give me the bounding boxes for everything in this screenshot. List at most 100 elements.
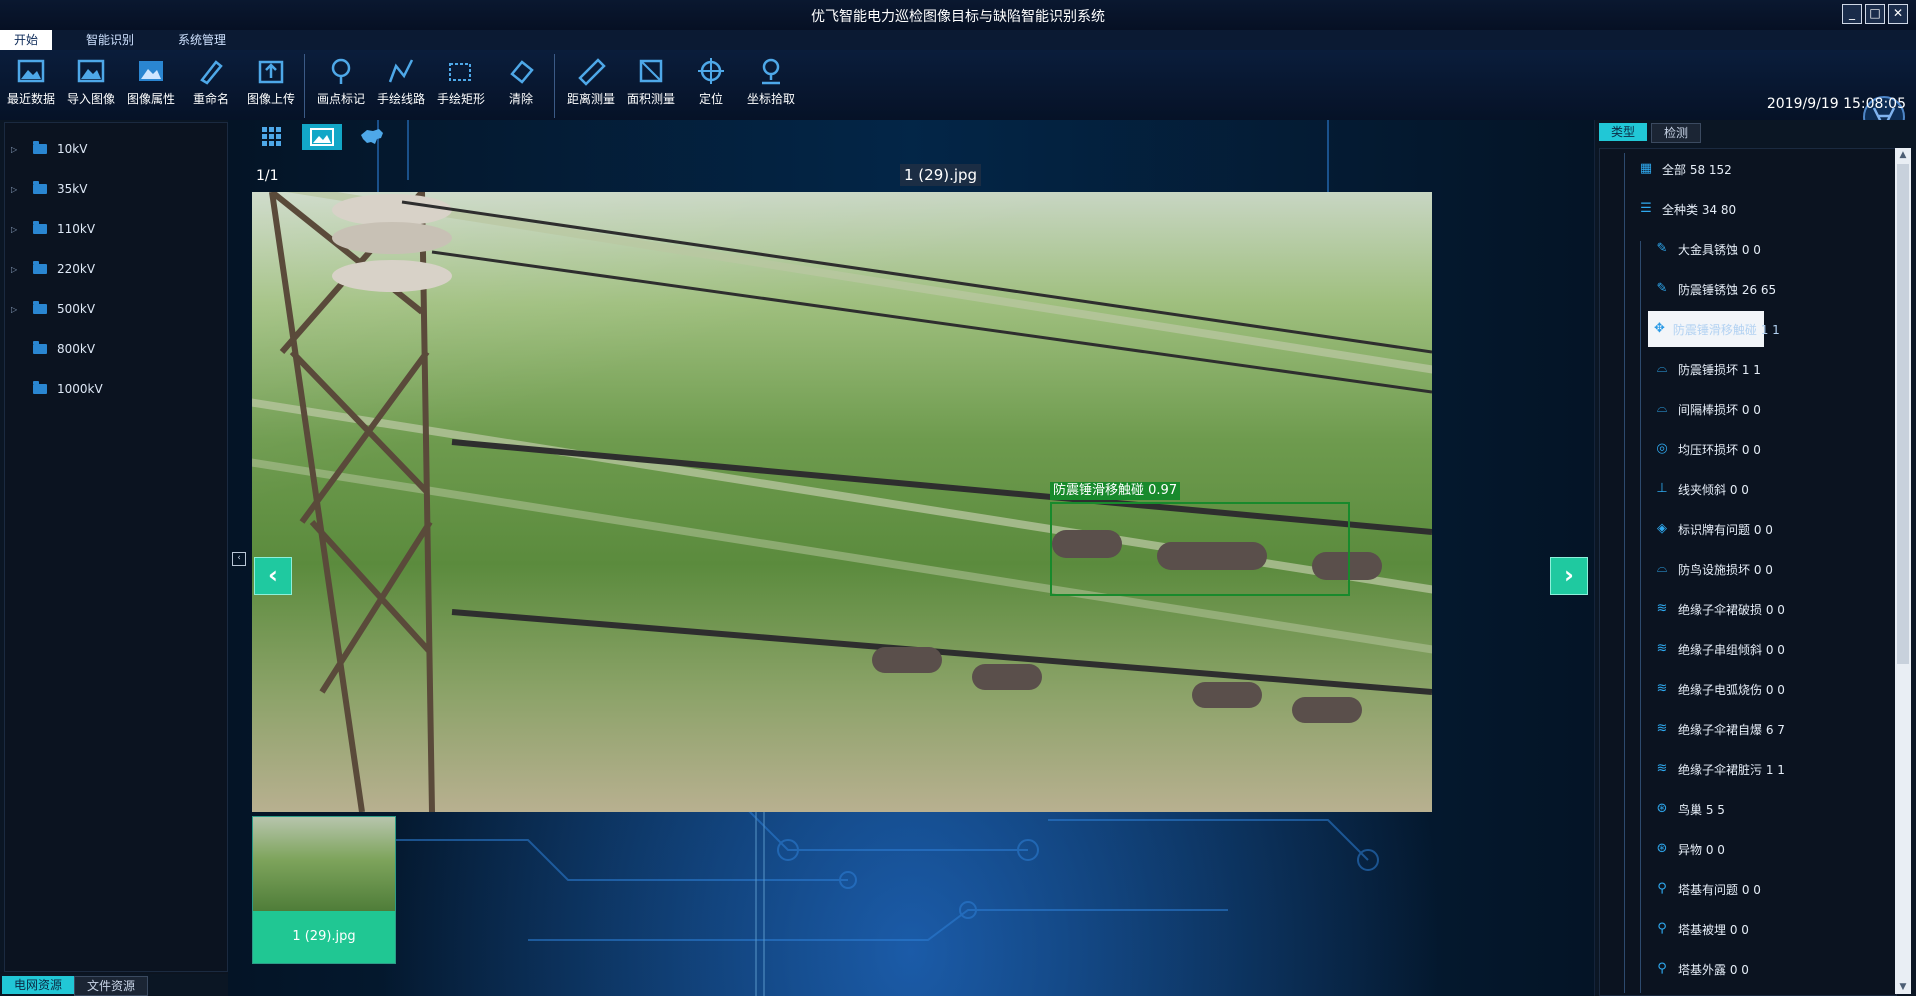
tab-type[interactable]: 类型 xyxy=(1599,123,1648,141)
expand-arrow-icon[interactable]: ▷ xyxy=(11,225,21,234)
category-item[interactable]: ⌓ 间隔棒损坏 0 0 xyxy=(1648,391,1761,427)
toolbar-button-area[interactable]: 面积测量 xyxy=(622,56,680,116)
category-item[interactable]: ⊛ 异物 0 0 xyxy=(1648,831,1725,867)
toolbar-button-pin[interactable]: 画点标记 xyxy=(312,56,370,116)
folder-icon xyxy=(33,341,47,354)
category-item[interactable]: ✎ 防震锤锈蚀 26 65 xyxy=(1648,271,1777,307)
toolbar-button-upload[interactable]: 图像上传 xyxy=(242,56,300,116)
close-button[interactable]: ✕ xyxy=(1888,4,1908,24)
category-item[interactable]: ⌓ 防鸟设施损坏 0 0 xyxy=(1648,551,1773,587)
scroll-down-icon[interactable]: ▼ xyxy=(1895,980,1911,994)
ruler-icon xyxy=(578,58,606,86)
tab-file-resources[interactable]: 文件资源 xyxy=(74,976,149,996)
tree-item-1000kv[interactable]: 1000kV xyxy=(11,379,103,399)
expand-arrow-icon[interactable]: ▷ xyxy=(11,265,21,274)
menu-tabs: 开始 智能识别 系统管理 xyxy=(0,30,1916,50)
category-item[interactable]: ⌓ 防震锤损坏 1 1 xyxy=(1648,351,1761,387)
collapse-panel-icon[interactable]: ‹ xyxy=(232,552,246,566)
category-label: 防震锤损坏 1 1 xyxy=(1678,362,1761,377)
category-label: 塔基外露 0 0 xyxy=(1678,962,1749,977)
next-image-button[interactable]: › xyxy=(1550,557,1588,595)
category-item[interactable]: ✎ 大金具锈蚀 0 0 xyxy=(1648,231,1761,267)
toolbar-button-label: 导入图像 xyxy=(66,92,115,106)
minimize-button[interactable]: _ xyxy=(1842,4,1862,24)
tower-icon: ⚲ xyxy=(1657,921,1667,936)
toolbar-button-image-import[interactable]: 导入图像 xyxy=(62,56,120,116)
category-item[interactable]: ≋ 绝缘子串组倾斜 0 0 xyxy=(1648,631,1785,667)
detection-label: 防震锤滑移触碰 0.97 xyxy=(1050,482,1181,500)
tree-item-110kv[interactable]: ▷ 110kV xyxy=(11,219,95,239)
toolbar-button-image-properties[interactable]: 图像属性 xyxy=(122,56,180,116)
tree-item-500kv[interactable]: ▷ 500kV xyxy=(11,299,95,319)
tree-item-label: 10kV xyxy=(57,142,88,156)
tree-item-10kv[interactable]: ▷ 10kV xyxy=(11,139,87,159)
category-item[interactable]: ▦ 全部 58 152 xyxy=(1632,151,1732,187)
category-label: 防鸟设施损坏 0 0 xyxy=(1678,562,1773,577)
category-item[interactable]: ⚲ 塔基有问题 0 0 xyxy=(1648,871,1761,907)
tower-icon: ⚲ xyxy=(1657,881,1667,896)
toolbar-button-image[interactable]: 最近数据 xyxy=(2,56,60,116)
folder-icon xyxy=(33,261,47,274)
tab-start[interactable]: 开始 xyxy=(0,30,53,50)
tree-item-label: 220kV xyxy=(57,262,96,276)
category-item[interactable]: ≋ 绝缘子电弧烧伤 0 0 xyxy=(1648,671,1785,707)
category-item[interactable]: ✥ 防震锤滑移触碰 1 1 xyxy=(1648,311,1780,347)
map-view-icon[interactable] xyxy=(352,124,392,150)
category-label: 防震锤锈蚀 26 65 xyxy=(1678,282,1777,297)
category-item[interactable]: ◈ 标识牌有问题 0 0 xyxy=(1648,511,1773,547)
title-bar: 优飞智能电力巡检图像目标与缺陷智能识别系统 _ □ ✕ xyxy=(0,0,1916,30)
category-item[interactable]: ⚲ 塔基外露 0 0 xyxy=(1648,951,1749,987)
toolbar-button-ruler[interactable]: 距离测量 xyxy=(562,56,620,116)
prev-image-button[interactable]: ‹ xyxy=(254,557,292,595)
category-item[interactable]: ⊛ 鸟巢 5 5 xyxy=(1648,791,1725,827)
scrollbar[interactable]: ▲ ▼ xyxy=(1895,148,1911,994)
scroll-up-icon[interactable]: ▲ xyxy=(1895,148,1911,162)
toolbar-separator xyxy=(304,54,305,118)
toolbar-button-crosshair[interactable]: 定位 xyxy=(682,56,740,116)
pin-icon xyxy=(331,58,351,84)
insulator-icon: ≋ xyxy=(1656,601,1668,616)
grid-view-icon[interactable] xyxy=(252,124,292,150)
tree-item-220kv[interactable]: ▷ 220kV xyxy=(11,259,95,279)
area-icon xyxy=(639,59,663,83)
tree-item-35kv[interactable]: ▷ 35kV xyxy=(11,179,87,199)
thumbnail-card[interactable]: 1 (29).jpg xyxy=(252,816,396,964)
image-filename: 1 (29).jpg xyxy=(900,164,982,186)
thumbnail-label: 1 (29).jpg xyxy=(253,911,395,963)
image-properties-icon xyxy=(139,61,163,81)
bird-guard-icon: ⌓ xyxy=(1656,561,1668,576)
right-panel: 类型 检测 ▦ 全部 58 152 ☰ 全种类 34 80 ✎ 大金具锈蚀 0 0 ✎ 防震锤… xyxy=(1594,120,1916,996)
tree-item-label: 1000kV xyxy=(57,382,103,396)
inspection-image[interactable]: 防震锤滑移触碰 0.97 xyxy=(252,192,1432,812)
expand-arrow-icon[interactable]: ▷ xyxy=(11,185,21,194)
tab-grid-resources[interactable]: 电网资源 xyxy=(2,976,75,994)
tab-detection[interactable]: 检测 xyxy=(1651,123,1702,143)
tab-smart-recognition[interactable]: 智能识别 xyxy=(72,30,148,50)
toolbar-button-rectangle[interactable]: 手绘矩形 xyxy=(432,56,490,116)
category-label: 间隔棒损坏 0 0 xyxy=(1678,402,1761,417)
category-item[interactable]: ≋ 绝缘子伞裙脏污 1 1 xyxy=(1648,751,1785,787)
category-item[interactable]: ≋ 绝缘子伞裙破损 0 0 xyxy=(1648,591,1785,627)
category-label: 绝缘子伞裙破损 0 0 xyxy=(1678,602,1785,617)
scroll-thumb[interactable] xyxy=(1897,164,1909,664)
toolbar-button-eraser[interactable]: 清除 xyxy=(492,56,550,116)
toolbar-button-label: 重命名 xyxy=(192,92,229,106)
tab-system-management[interactable]: 系统管理 xyxy=(164,30,240,50)
expand-arrow-icon[interactable]: ▷ xyxy=(11,305,21,314)
category-item[interactable]: ⚲ 塔基被埋 0 0 xyxy=(1648,911,1749,947)
toolbar-button-label: 手绘线路 xyxy=(376,92,425,106)
category-item[interactable]: ☰ 全种类 34 80 xyxy=(1632,191,1736,227)
tree-item-800kv[interactable]: 800kV xyxy=(11,339,95,359)
expand-arrow-icon[interactable]: ▷ xyxy=(11,145,21,154)
toolbar-button-rename-pen[interactable]: 重命名 xyxy=(182,56,240,116)
toolbar-button-map-pin[interactable]: 坐标拾取 xyxy=(742,56,800,116)
detection-box[interactable] xyxy=(1050,502,1350,596)
tree-item-label: 500kV xyxy=(57,302,96,316)
category-item[interactable]: ⊥ 线夹倾斜 0 0 xyxy=(1648,471,1749,507)
toolbar-button-label: 面积测量 xyxy=(626,92,675,106)
maximize-button[interactable]: □ xyxy=(1865,4,1885,24)
category-item[interactable]: ≋ 绝缘子伞裙自爆 6 7 xyxy=(1648,711,1785,747)
image-view-icon[interactable] xyxy=(302,124,342,150)
category-item[interactable]: ◎ 均压环损坏 0 0 xyxy=(1648,431,1761,467)
toolbar-button-polyline[interactable]: 手绘线路 xyxy=(372,56,430,116)
